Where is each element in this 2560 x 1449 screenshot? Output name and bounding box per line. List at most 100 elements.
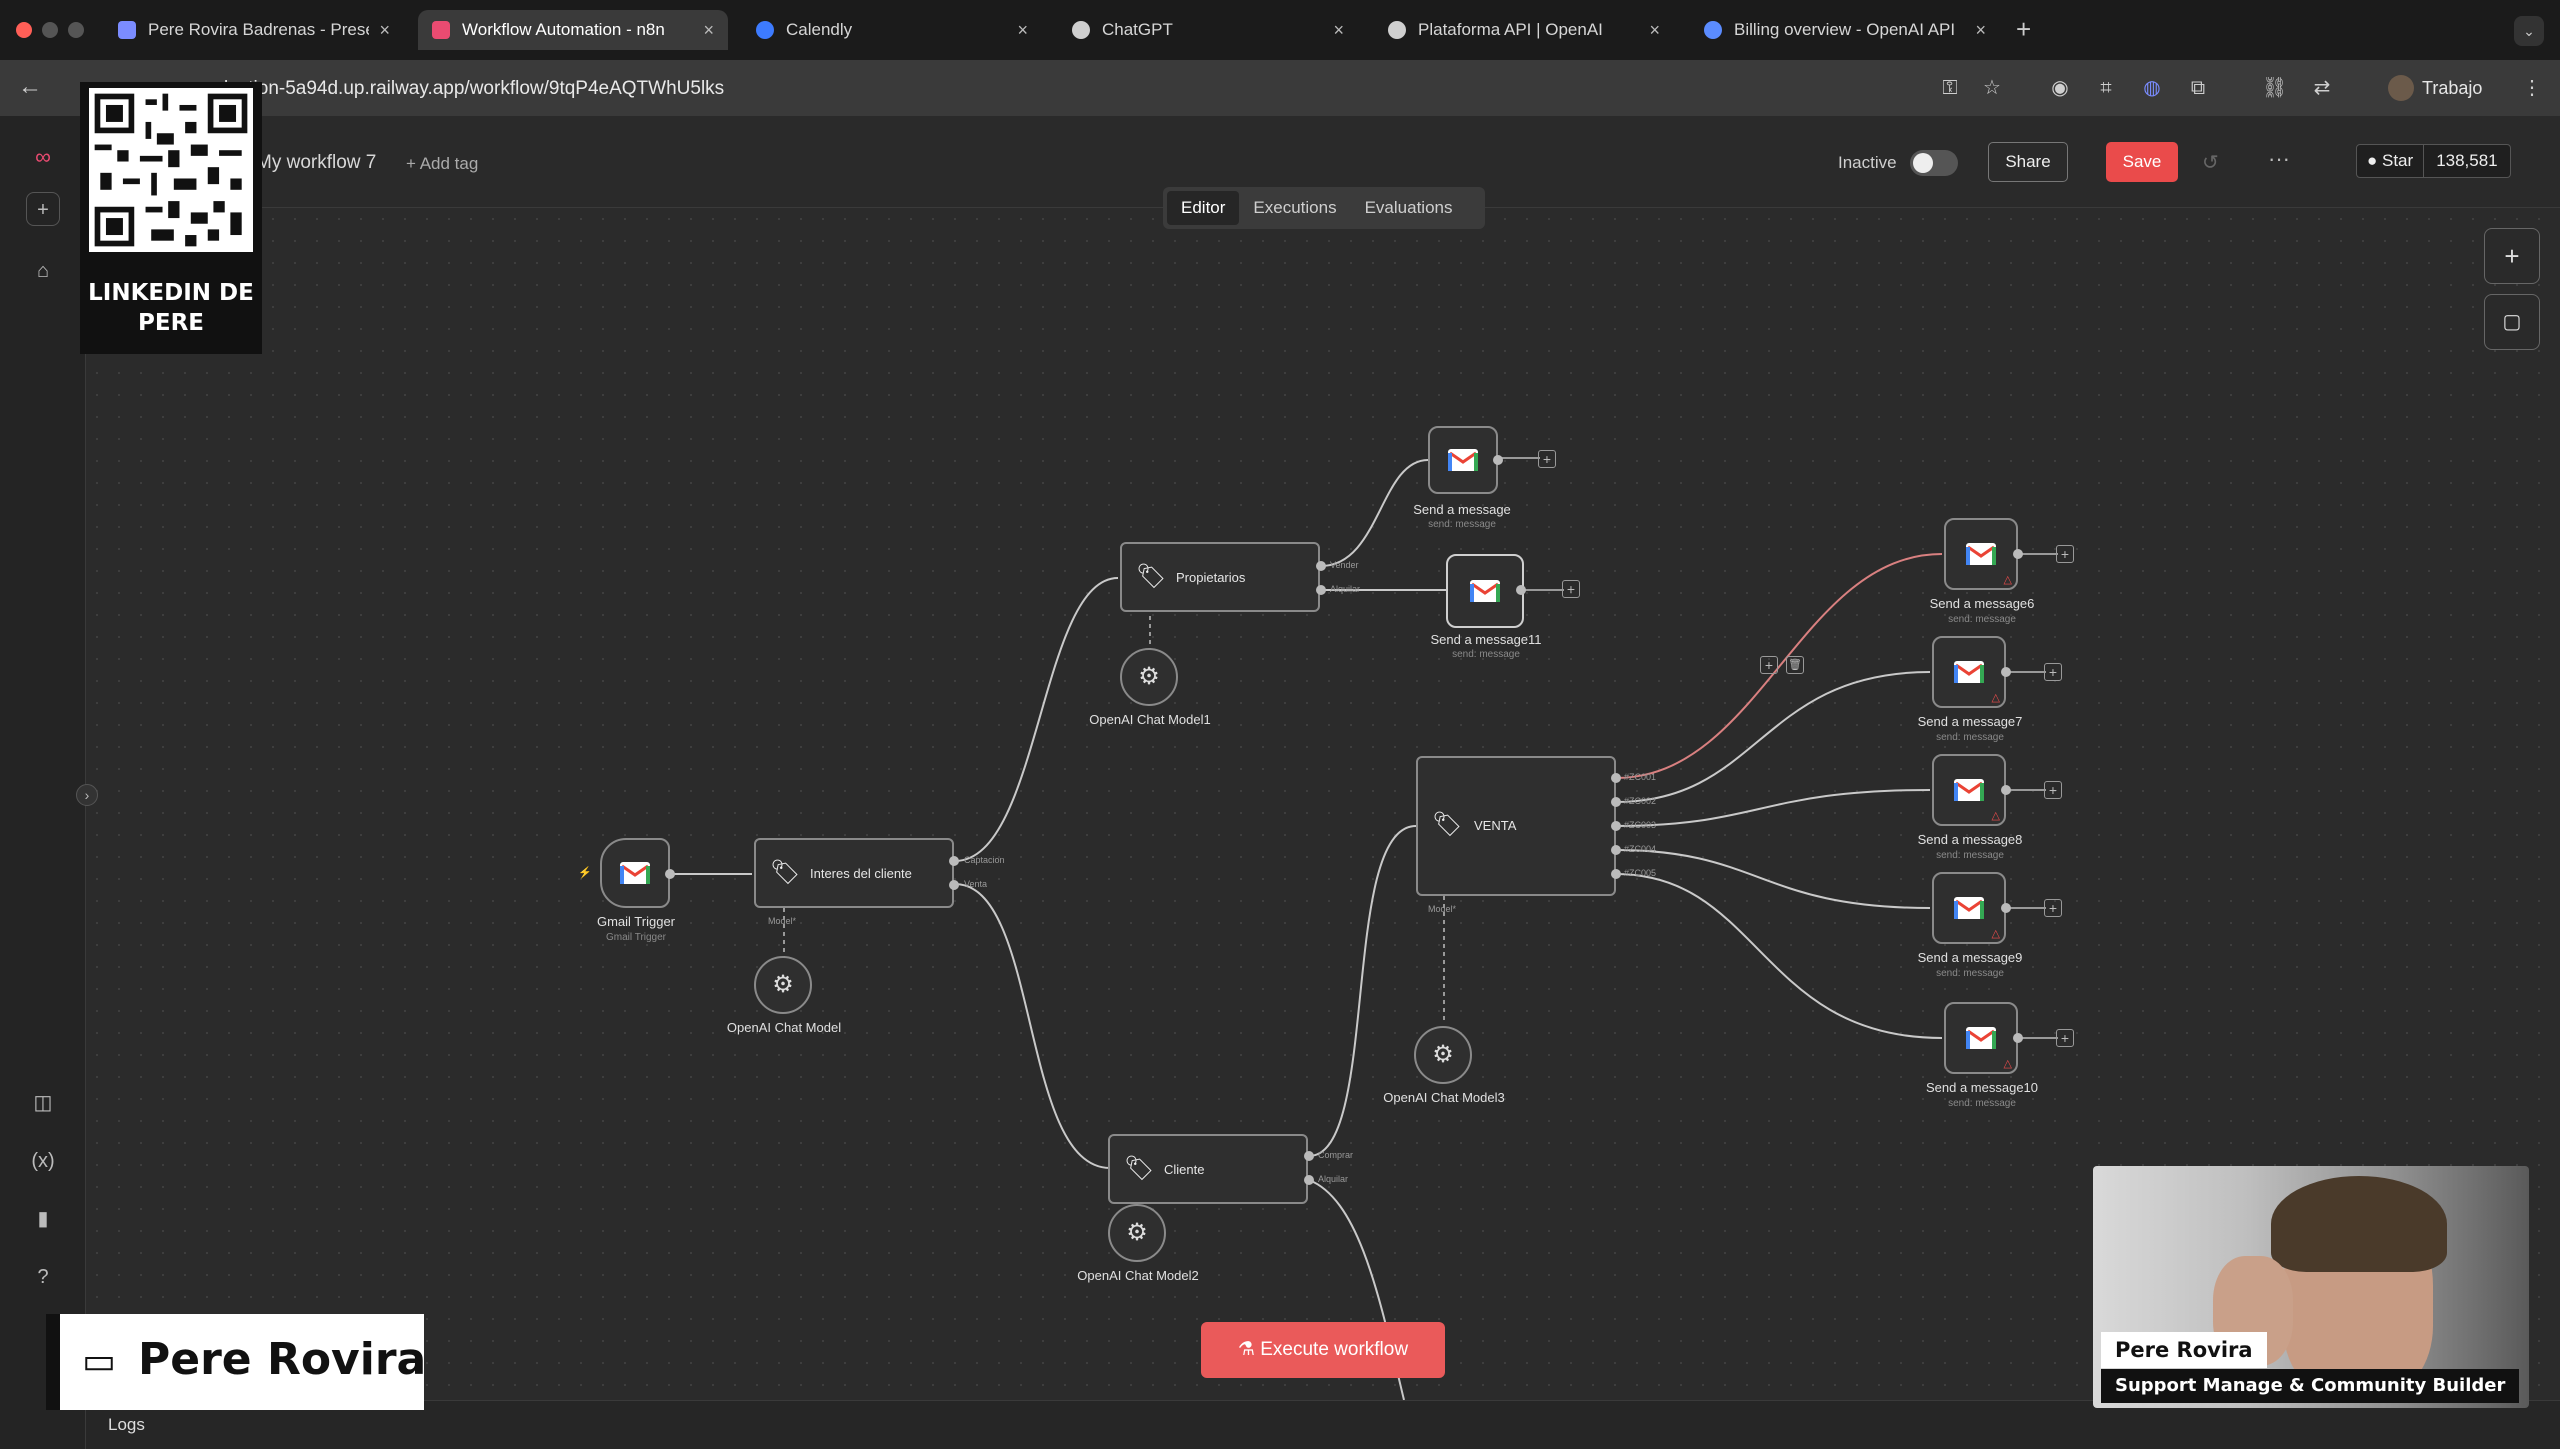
extension-icon-3[interactable]: ◍ — [2140, 76, 2164, 100]
tab-executions[interactable]: Executions — [1239, 191, 1350, 225]
gmail-trigger-node[interactable] — [600, 838, 670, 908]
add-next-node-button[interactable]: + — [2044, 899, 2062, 917]
help-icon[interactable]: ? — [26, 1260, 60, 1294]
insights-icon[interactable]: ▮ — [26, 1202, 60, 1236]
home-icon[interactable]: ⌂ — [26, 254, 60, 288]
add-next-node-button[interactable]: + — [2044, 663, 2062, 681]
back-arrow-icon[interactable]: ← — [18, 73, 42, 101]
output-port[interactable] — [1516, 585, 1526, 595]
output-port[interactable] — [1611, 821, 1621, 831]
openai-icon[interactable]: ⚙ — [1120, 648, 1178, 706]
profile-button[interactable]: Trabajo — [2388, 72, 2482, 104]
browser-tab-6[interactable]: Billing overview - OpenAI API × — [1690, 10, 2000, 50]
tab-close-icon[interactable]: × — [1649, 20, 1660, 41]
openai-icon[interactable]: ⚙ — [1108, 1204, 1166, 1262]
extension-icon-1[interactable]: ◉ — [2048, 76, 2072, 100]
workflow-name[interactable]: My workflow 7 — [256, 152, 376, 174]
add-next-node-button[interactable]: + — [2056, 1029, 2074, 1047]
send-message6-node[interactable]: △ — [1944, 518, 2018, 590]
output-port[interactable] — [1493, 455, 1503, 465]
output-port[interactable] — [949, 880, 959, 890]
output-port[interactable] — [665, 869, 675, 879]
output-port[interactable] — [2013, 549, 2023, 559]
output-port[interactable] — [2001, 903, 2011, 913]
edge-add-node-button[interactable]: + — [1760, 656, 1778, 674]
node-title: OpenAI Chat Model1 — [1089, 712, 1211, 727]
interes-del-cliente-node[interactable]: 🏷 Interes del cliente — [754, 838, 954, 908]
node-title: Send a message9 — [1917, 950, 2023, 965]
edge-delete-icon[interactable]: 🗑 — [1786, 656, 1804, 674]
output-port[interactable] — [949, 856, 959, 866]
new-tab-button[interactable]: + — [2016, 14, 2031, 45]
send-message7-node[interactable]: △ — [1932, 636, 2006, 708]
tab-editor[interactable]: Editor — [1167, 191, 1240, 225]
node-subtitle: send: message — [1936, 850, 2004, 861]
tab-close-icon[interactable]: × — [703, 20, 714, 41]
output-port[interactable] — [1611, 869, 1621, 879]
propietarios-node[interactable]: 🏷 Propietarios — [1120, 542, 1320, 612]
share-button[interactable]: Share — [1988, 142, 2068, 182]
key-icon[interactable]: ⚿ — [1938, 76, 1962, 100]
templates-icon[interactable]: ◫ — [26, 1086, 60, 1120]
link-icon[interactable]: ⛓ — [2262, 76, 2287, 100]
gmail-icon — [1470, 580, 1500, 602]
output-port[interactable] — [2001, 785, 2011, 795]
browser-tab-4[interactable]: ChatGPT × — [1058, 10, 1358, 50]
extensions-puzzle-icon[interactable]: ⧉ — [2186, 76, 2210, 100]
tab-search-icon[interactable]: ⌄ — [2514, 16, 2544, 46]
add-next-node-button[interactable]: + — [2056, 545, 2074, 563]
output-port[interactable] — [1611, 845, 1621, 855]
zoom-window-icon[interactable] — [68, 22, 84, 38]
node-subtitle: Gmail Trigger — [605, 932, 667, 943]
translate-icon[interactable]: ⇄ — [2310, 76, 2334, 100]
output-port[interactable] — [2013, 1033, 2023, 1043]
venta-node[interactable]: 🏷 VENTA — [1416, 756, 1616, 896]
add-next-node-button[interactable]: + — [2044, 781, 2062, 799]
output-port[interactable] — [1611, 797, 1621, 807]
history-icon[interactable]: ↺ — [2202, 150, 2219, 175]
openai-icon[interactable]: ⚙ — [754, 956, 812, 1014]
tab-close-icon[interactable]: × — [1333, 20, 1344, 41]
output-port[interactable] — [1316, 585, 1326, 595]
send-message-node[interactable] — [1428, 426, 1498, 494]
send-message8-node[interactable]: △ — [1932, 754, 2006, 826]
browser-menu-icon[interactable]: ⋮ — [2520, 76, 2544, 100]
output-port[interactable] — [1611, 773, 1621, 783]
cliente-node[interactable]: 🏷 Cliente — [1108, 1134, 1308, 1204]
github-star-button[interactable]: ● Star 138,581 — [2356, 144, 2511, 178]
browser-tab-5[interactable]: Plataforma API | OpenAI × — [1374, 10, 1674, 50]
tab-close-icon[interactable]: × — [1017, 20, 1028, 41]
tab-close-icon[interactable]: × — [1975, 20, 1986, 41]
tab-evaluations[interactable]: Evaluations — [1351, 191, 1467, 225]
add-next-node-button[interactable]: + — [1538, 450, 1556, 468]
extension-icon-2[interactable]: ⌗ — [2094, 76, 2118, 100]
minimize-window-icon[interactable] — [42, 22, 58, 38]
variables-icon[interactable]: (x) — [26, 1144, 60, 1178]
send-message10-node[interactable]: △ — [1944, 1002, 2018, 1074]
browser-tab-1[interactable]: Pere Rovira Badrenas - Prese × — [104, 10, 404, 50]
save-button[interactable]: Save — [2106, 142, 2178, 182]
browser-tab-3[interactable]: Calendly × — [742, 10, 1042, 50]
close-window-icon[interactable] — [16, 22, 32, 38]
active-toggle[interactable] — [1910, 150, 1958, 176]
output-port[interactable] — [2001, 667, 2011, 677]
execute-workflow-button[interactable]: ⚗ Execute workflow — [1201, 1322, 1445, 1378]
output-port[interactable] — [1304, 1175, 1314, 1185]
n8n-logo-icon[interactable]: ∞ — [26, 140, 60, 174]
expand-sidebar-icon[interactable]: › — [76, 784, 98, 806]
send-message9-node[interactable]: △ — [1932, 872, 2006, 944]
tab-close-icon[interactable]: × — [379, 20, 390, 41]
bookmark-star-icon[interactable]: ☆ — [1980, 76, 2004, 100]
add-icon[interactable]: + — [26, 192, 60, 226]
send-message11-node[interactable] — [1446, 554, 1524, 628]
add-tag-link[interactable]: + Add tag — [406, 154, 478, 174]
browser-tab-2[interactable]: Workflow Automation - n8n × — [418, 10, 728, 50]
sticky-note-icon[interactable]: ▢ — [2484, 294, 2540, 350]
add-node-button[interactable]: + — [2484, 228, 2540, 284]
output-port[interactable] — [1304, 1151, 1314, 1161]
node-title: OpenAI Chat Model — [726, 1020, 842, 1035]
openai-icon[interactable]: ⚙ — [1414, 1026, 1472, 1084]
output-port[interactable] — [1316, 561, 1326, 571]
add-next-node-button[interactable]: + — [1562, 580, 1580, 598]
more-options-button[interactable]: ··· — [2268, 146, 2290, 172]
